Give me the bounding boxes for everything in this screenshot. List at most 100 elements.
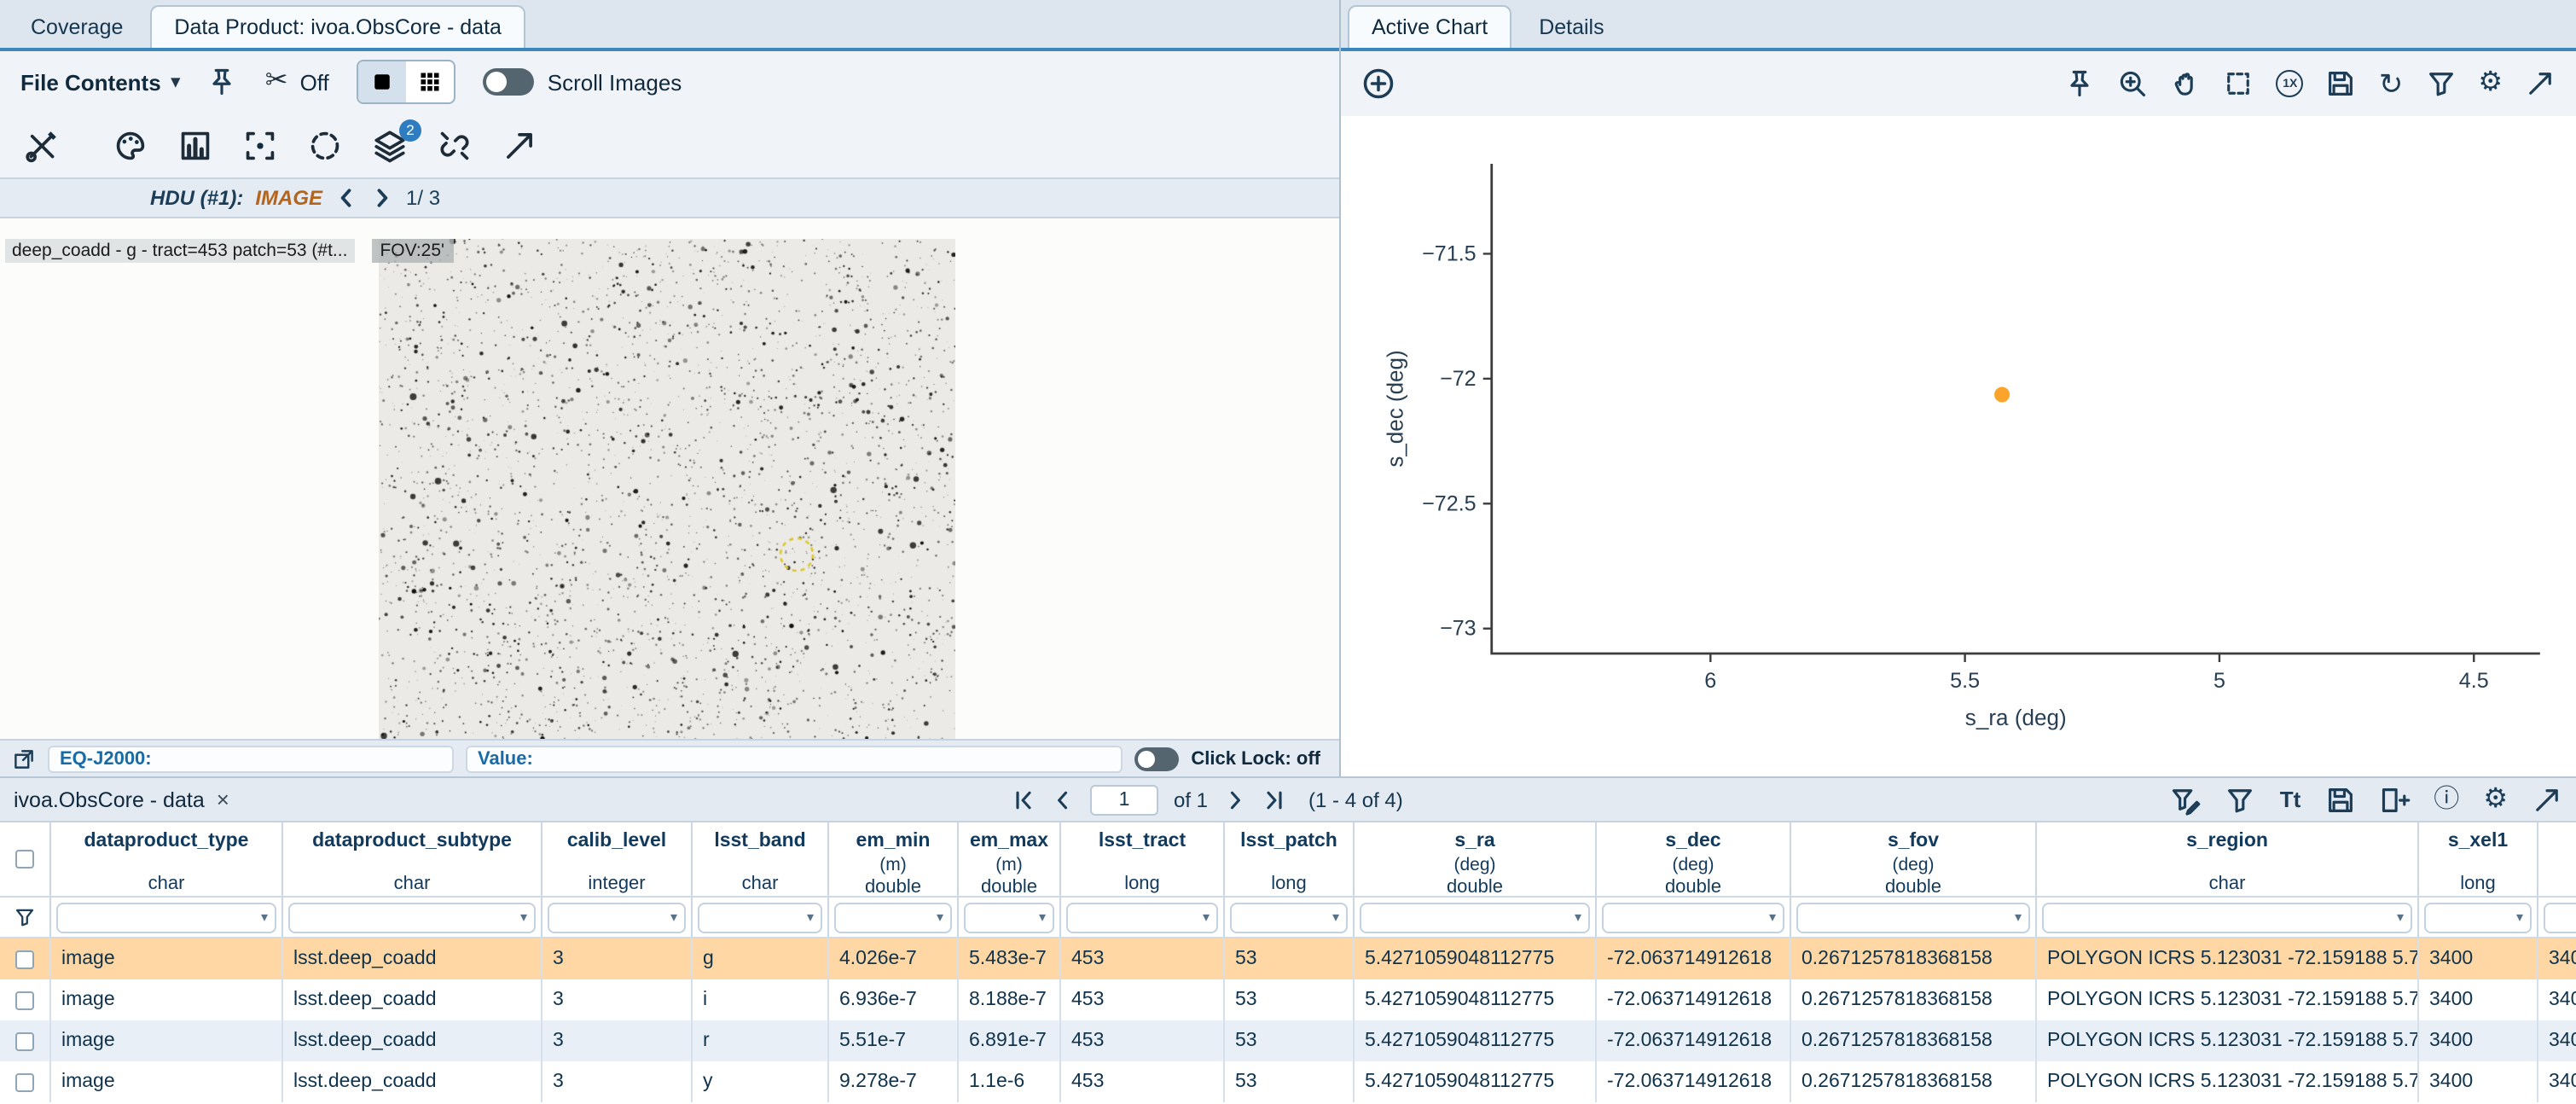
- filter-funnel-cell[interactable]: [0, 898, 51, 937]
- column-header-lsst_band[interactable]: lsst_bandchar: [693, 822, 829, 896]
- settings-gear-icon[interactable]: ⚙: [2478, 70, 2503, 97]
- restore-icon[interactable]: ↻: [2379, 69, 2404, 98]
- table-row[interactable]: imagelsst.deep_coadd3r5.51e-76.891e-7453…: [0, 1020, 2576, 1061]
- column-header-calib_level[interactable]: calib_levelinteger: [542, 822, 693, 896]
- scroll-images-toggle[interactable]: [483, 68, 534, 96]
- filter-select-s_xel1[interactable]: ▾: [2424, 902, 2532, 933]
- file-contents-dropdown[interactable]: File Contents ▾: [20, 69, 180, 95]
- filter-select-s_dec[interactable]: ▾: [1602, 902, 1784, 933]
- next-page-icon[interactable]: [1223, 787, 1247, 811]
- select-area-icon[interactable]: [2224, 68, 2254, 99]
- filter-select-s_xe[interactable]: ▾: [2544, 902, 2576, 933]
- sky-image[interactable]: [379, 239, 955, 739]
- chevron-down-icon: ▾: [1769, 909, 1776, 925]
- select-all-checkbox[interactable]: [15, 850, 34, 869]
- add-column-icon[interactable]: [2379, 784, 2410, 815]
- text-view-icon[interactable]: Tt: [2280, 787, 2301, 812]
- cell-s_dec: -72.063714912618: [1597, 938, 1791, 979]
- crop-off-label: Off: [300, 69, 329, 95]
- tab-details[interactable]: Details: [1515, 5, 1627, 48]
- view-mode-segment: [357, 60, 455, 104]
- next-hdu-icon[interactable]: [370, 186, 394, 210]
- info-icon[interactable]: ⓘ: [2434, 787, 2459, 812]
- settings-gear-icon[interactable]: ⚙: [2483, 786, 2508, 813]
- tools-icon[interactable]: [24, 127, 60, 163]
- column-header-dataproduct_subtype[interactable]: dataproduct_subtypechar: [283, 822, 542, 896]
- column-header-lsst_tract[interactable]: lsst_tractlong: [1061, 822, 1225, 896]
- cell-s_xel1: 3400: [2419, 1061, 2538, 1102]
- coordinate-readout-field[interactable]: EQ-J2000:: [48, 745, 454, 772]
- color-palette-icon[interactable]: [113, 127, 148, 163]
- filter-icon[interactable]: [2425, 68, 2456, 99]
- table-row[interactable]: imagelsst.deep_coadd3y9.278e-71.1e-64535…: [0, 1061, 2576, 1102]
- value-readout-field[interactable]: Value:: [466, 745, 1123, 772]
- filter-select-s_ra[interactable]: ▾: [1360, 902, 1590, 933]
- row-checkbox[interactable]: [15, 1031, 34, 1050]
- click-lock-toggle[interactable]: [1134, 747, 1179, 770]
- filter-select-lsst_patch[interactable]: ▾: [1230, 902, 1348, 933]
- pin-icon[interactable]: [207, 67, 238, 97]
- single-view-button[interactable]: [358, 61, 406, 102]
- filter-select-em_max[interactable]: ▾: [964, 902, 1054, 933]
- column-header-s_xe[interactable]: s_xelon: [2538, 822, 2576, 896]
- filter-select-em_min[interactable]: ▾: [834, 902, 952, 933]
- crop-off-button[interactable]: ✂ Off: [265, 68, 329, 96]
- expand-icon[interactable]: [2532, 784, 2562, 815]
- filter-select-dataproduct_subtype[interactable]: ▾: [288, 902, 536, 933]
- pan-hand-icon[interactable]: [2171, 68, 2202, 99]
- x-tick-label: 6: [1704, 669, 1716, 693]
- column-header-em_max[interactable]: em_max(m)double: [959, 822, 1061, 896]
- zoom-original-icon[interactable]: 1X: [2277, 70, 2304, 97]
- column-header-lsst_patch[interactable]: lsst_patchlong: [1225, 822, 1355, 896]
- close-icon[interactable]: ×: [217, 787, 229, 812]
- filter-select-lsst_band[interactable]: ▾: [698, 902, 822, 933]
- zoom-select-icon[interactable]: [2118, 68, 2149, 99]
- row-checkbox[interactable]: [15, 950, 34, 968]
- column-header-s_fov[interactable]: s_fov(deg)double: [1791, 822, 2037, 896]
- column-header-s_xel1[interactable]: s_xel1long: [2419, 822, 2538, 896]
- column-header-s_region[interactable]: s_regionchar: [2037, 822, 2419, 896]
- save-icon[interactable]: [2326, 68, 2357, 99]
- add-chart-icon[interactable]: [1361, 67, 1395, 101]
- table-tab[interactable]: ivoa.ObsCore - data ×: [14, 787, 229, 812]
- table-tab-label: ivoa.ObsCore - data: [14, 787, 205, 811]
- scatter-chart[interactable]: 65.554.5−71.5−72−72.5−73s_ra (deg)s_dec …: [1341, 116, 2576, 776]
- pin-icon[interactable]: [2065, 68, 2096, 99]
- expand-icon[interactable]: [2525, 68, 2556, 99]
- tab-coverage[interactable]: Coverage: [7, 5, 147, 48]
- select-region-icon[interactable]: [307, 127, 343, 163]
- row-checkbox[interactable]: [15, 1072, 34, 1091]
- column-header-s_dec[interactable]: s_dec(deg)double: [1597, 822, 1791, 896]
- column-header-em_min[interactable]: em_min(m)double: [829, 822, 959, 896]
- popout-icon[interactable]: [12, 747, 36, 770]
- filter-select-s_region[interactable]: ▾: [2042, 902, 2412, 933]
- filter-select-calib_level[interactable]: ▾: [548, 902, 686, 933]
- recenter-target-icon[interactable]: [242, 127, 278, 163]
- tab-active-chart[interactable]: Active Chart: [1348, 5, 1511, 48]
- table-row[interactable]: imagelsst.deep_coadd3i6.936e-78.188e-745…: [0, 979, 2576, 1020]
- layers-button[interactable]: 2: [372, 127, 408, 163]
- tab-data-product[interactable]: Data Product: ivoa.ObsCore - data: [150, 5, 525, 48]
- filter-select-s_fov[interactable]: ▾: [1796, 902, 2030, 933]
- filter-icon[interactable]: [2225, 784, 2256, 815]
- page-number-input[interactable]: [1090, 784, 1158, 815]
- column-header-dataproduct_type[interactable]: dataproduct_typechar: [51, 822, 283, 896]
- expand-icon[interactable]: [502, 127, 537, 163]
- grid-view-button[interactable]: [406, 61, 454, 102]
- row-checkbox[interactable]: [15, 991, 34, 1009]
- data-point[interactable]: [1994, 387, 2010, 403]
- first-page-icon[interactable]: [1012, 787, 1036, 811]
- filter-edit-icon[interactable]: [2171, 784, 2202, 815]
- save-icon[interactable]: [2324, 784, 2355, 815]
- cell-calib_level: 3: [542, 938, 693, 979]
- filter-select-lsst_tract[interactable]: ▾: [1066, 902, 1218, 933]
- last-page-icon[interactable]: [1262, 787, 1286, 811]
- table-row[interactable]: imagelsst.deep_coadd3g4.026e-75.483e-745…: [0, 938, 2576, 979]
- unlink-icon[interactable]: [437, 127, 473, 163]
- stretch-histogram-icon[interactable]: [177, 127, 213, 163]
- column-header-s_ra[interactable]: s_ra(deg)double: [1355, 822, 1597, 896]
- prev-hdu-icon[interactable]: [334, 186, 358, 210]
- prev-page-icon[interactable]: [1051, 787, 1075, 811]
- filter-select-dataproduct_type[interactable]: ▾: [56, 902, 276, 933]
- cell-s_xel1: 3400: [2419, 979, 2538, 1020]
